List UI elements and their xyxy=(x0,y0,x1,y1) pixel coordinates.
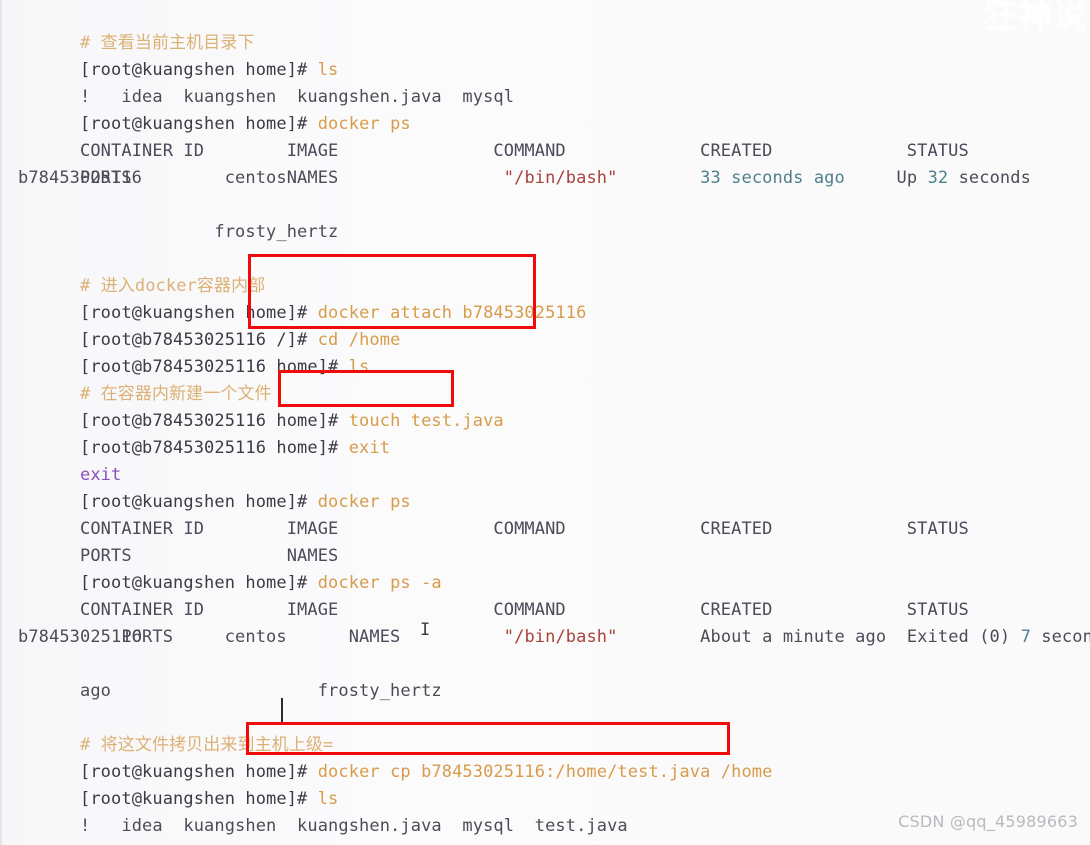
terminal-output-area[interactable]: # 查看当前主机目录下 [root@kuangshen home]# ls ! … xyxy=(2,0,1090,845)
ps-names-row: ago frosty_hertz xyxy=(80,681,442,701)
terminal-screenshot: # 查看当前主机目录下 [root@kuangshen home]# ls ! … xyxy=(0,0,1090,845)
command-line: [root@kuangshen home]# docker ps xyxy=(80,492,411,512)
ps-data-row: b78453025116 centos "/bin/bash" About a … xyxy=(18,627,1090,647)
text-caret xyxy=(281,698,283,722)
comment-line: # 进入docker容器内部 xyxy=(80,276,266,296)
mouse-ibeam-cursor: I xyxy=(420,620,431,640)
ps-names-row: frosty_hertz xyxy=(80,222,339,242)
comment-line: # 查看当前主机目录下 xyxy=(80,33,255,53)
comment-line-with-caret: # 将这文件拷贝出来到主机上级= xyxy=(80,735,334,755)
ps-data-row: b78453025116 centos "/bin/bash" 33 secon… xyxy=(18,168,1031,188)
